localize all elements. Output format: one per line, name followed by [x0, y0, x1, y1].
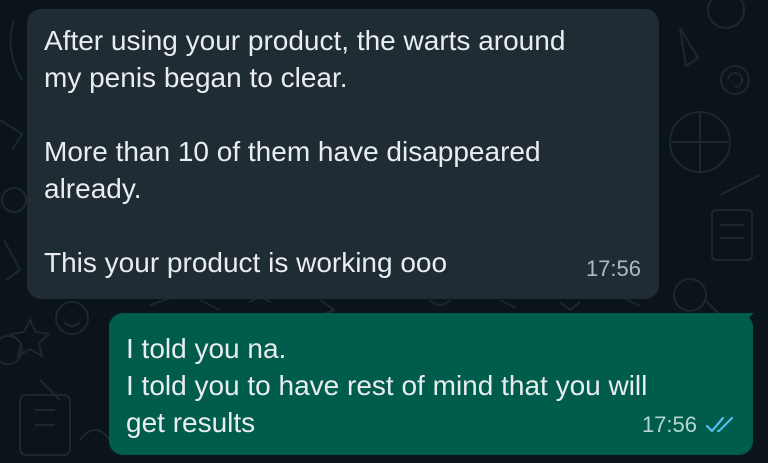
outgoing-message-meta: 17:56 — [642, 406, 735, 443]
incoming-message-bubble[interactable]: After using your product, the warts arou… — [27, 9, 659, 299]
outgoing-message-line-2: I told you to have rest of mind that you… — [126, 370, 648, 401]
outgoing-message-time: 17:56 — [641, 412, 697, 437]
chat-area[interactable]: After using your product, the warts arou… — [0, 0, 768, 463]
incoming-message-time: 17:56 — [585, 256, 641, 281]
outgoing-message-bubble[interactable]: I told you na. I told you to have rest o… — [109, 313, 753, 455]
incoming-message-meta: 17:56 — [586, 250, 641, 287]
incoming-message-line-5: already. — [44, 173, 142, 204]
incoming-message-line-4: More than 10 of them have disappeared — [44, 136, 541, 167]
incoming-message-line-7: This your product is working ooo — [44, 247, 448, 278]
outgoing-message-line-1: I told you na. — [126, 333, 287, 364]
incoming-message-line-1: After using your product, the warts arou… — [44, 25, 566, 56]
double-check-read-icon — [705, 416, 734, 432]
incoming-message-line-2: my penis began to clear. — [44, 62, 348, 93]
